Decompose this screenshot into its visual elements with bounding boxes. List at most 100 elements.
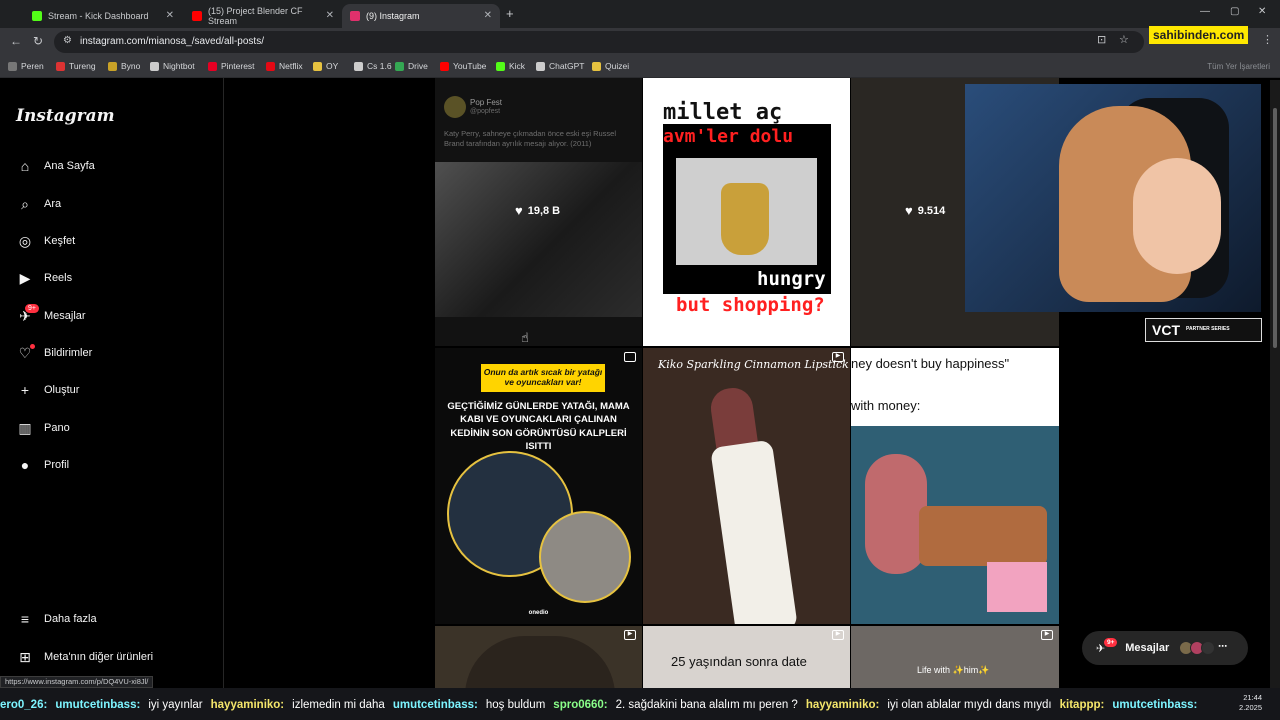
post-image <box>435 162 642 317</box>
instagram-logo[interactable]: Instagram <box>16 106 115 126</box>
scroll-thumb[interactable] <box>1273 108 1277 348</box>
kick-icon <box>32 11 42 21</box>
post-tile-tweet[interactable]: Pop Fest @popfest Katy Perry, sahneye çı… <box>435 78 642 346</box>
sidebar-item-olu-tur[interactable]: + Oluştur <box>16 378 80 402</box>
bookmark-drive[interactable]: Drive <box>395 61 428 71</box>
bookmark-favicon-icon <box>440 61 449 71</box>
menu-icon[interactable]: ⋮ <box>1262 33 1273 46</box>
meta-products-button[interactable]: ⊞ Meta'nın diğer ürünleri <box>16 645 153 669</box>
bookmarks-bar: Peren Tureng Byno Nightbot Pinterest Netflix O… <box>0 56 1280 78</box>
messages-badge: 9+ <box>25 304 39 313</box>
back-icon[interactable]: ← <box>10 34 22 48</box>
tab-instagram[interactable]: (9) Instagram ✕ <box>342 4 500 28</box>
bookmark-chatgpt[interactable]: ChatGPT <box>536 61 584 71</box>
sidebar-item-profil[interactable]: ● Profil <box>16 453 69 477</box>
kiko-title: Kiko Sparkling Cinnamon Lipstick <box>658 358 849 371</box>
post-tile-date[interactable]: ▶ 25 yaşından sonra date <box>643 626 850 688</box>
more-menu-button[interactable]: ≡ Daha fazla <box>16 607 97 631</box>
bookmark-star-icon[interactable]: ☆ <box>1119 33 1129 46</box>
maximize-icon[interactable]: ▢ <box>1230 6 1239 17</box>
vct-label: VCT <box>1152 322 1180 338</box>
post-tile-cat[interactable]: Onun da artık sıcak bir yatağı ve oyunca… <box>435 348 642 624</box>
bookmark-nightbot[interactable]: Nightbot <box>150 61 195 71</box>
bookmark-favicon-icon <box>208 61 217 71</box>
bookmark-kick[interactable]: Kick <box>496 61 525 71</box>
minimize-icon[interactable]: — <box>1200 6 1210 17</box>
grid-icon: ⊞ <box>19 648 31 665</box>
post-tile-meme[interactable]: millet aç avm'ler dolu hungry but shoppi… <box>643 78 850 346</box>
chat-username: hayyaminiko: <box>210 699 285 711</box>
tab-kick-dashboard[interactable]: Stream - Kick Dashboard ✕ <box>24 4 182 28</box>
sahibinden-overlay: sahibinden.com <box>1149 26 1249 44</box>
bookmark-pinterest[interactable]: Pinterest <box>208 61 255 71</box>
tab-label: (15) Project Blender CF Stream <box>208 6 303 26</box>
tab-label: Stream - Kick Dashboard <box>48 11 149 21</box>
new-tab-button[interactable]: + <box>506 6 514 21</box>
bookmark-peren[interactable]: Peren <box>8 61 44 71</box>
sidebar-item-ana-sayfa[interactable]: ⌂ Ana Sayfa <box>16 154 95 178</box>
bookmark-label: Cs 1.6 <box>367 61 392 71</box>
bookmark-favicon-icon <box>354 61 363 71</box>
sidebar-item-label: Bildirimler <box>44 347 93 359</box>
post-tile-money[interactable]: ney doesn't buy happiness" with money: <box>851 348 1059 624</box>
bookmark-favicon-icon <box>592 61 601 71</box>
kitten-image <box>465 636 615 688</box>
chat-username: umutcetinbass: <box>55 699 141 711</box>
bookmark-label: Kick <box>509 61 526 71</box>
golden-toilet-image <box>676 158 817 265</box>
sidebar-item-reels[interactable]: ▶ Reels <box>16 266 73 290</box>
post-tile-life[interactable]: ▶ Life with ✨him✨ <box>851 626 1059 688</box>
close-window-icon[interactable]: ✕ <box>1258 6 1266 17</box>
bookmark-quizei[interactable]: Quizei <box>592 61 629 71</box>
chat-username: spro0660: <box>553 699 608 711</box>
tab-youtube[interactable]: (15) Project Blender CF Stream ✕ <box>184 4 342 28</box>
cat-photo-small <box>539 511 631 603</box>
bookmark-favicon-icon <box>150 61 159 71</box>
sidebar-item-ke-fet[interactable]: ◎ Keşfet <box>16 229 75 253</box>
close-tab-icon[interactable]: ✕ <box>484 10 492 21</box>
messages-pill[interactable]: ✈ 9+ Mesajlar ⋯ <box>1082 631 1248 665</box>
tweet-author: Pop Fest <box>470 98 503 107</box>
bookmark-label: OY <box>326 61 339 71</box>
bookmark-favicon-icon <box>56 61 65 71</box>
money-line-2: with money: <box>851 398 921 413</box>
avatar-stack: ⋯ <box>1179 641 1227 655</box>
reels-icon: ▶ <box>19 269 31 286</box>
bookmark-tureng[interactable]: Tureng <box>56 61 96 71</box>
bookmark-oy[interactable]: OY <box>313 61 338 71</box>
sidebar-item-pano[interactable]: ▥ Pano <box>16 416 69 440</box>
mouse-cursor-icon: ☝ <box>521 330 529 345</box>
install-app-icon[interactable]: ⊡ <box>1097 33 1106 46</box>
all-bookmarks[interactable]: Tüm Yer İşaretleri <box>1207 62 1270 71</box>
heart-icon: ♥ <box>515 203 523 218</box>
close-tab-icon[interactable]: ✕ <box>166 10 174 21</box>
cartoon-image <box>851 426 1059 624</box>
life-caption: Life with ✨him✨ <box>917 665 990 675</box>
more-icon: ⋯ <box>1218 641 1227 651</box>
post-tile-lipstick[interactable]: ▶ Kiko Sparkling Cinnamon Lipstick <box>643 348 850 624</box>
sidebar-item-ara[interactable]: ⌕ Ara <box>16 192 61 216</box>
tweet-text: Katy Perry, sahneye çıkmadan önce eski e… <box>444 129 617 149</box>
bookmark-cs-1-6[interactable]: Cs 1.6 <box>354 61 392 71</box>
reload-icon[interactable]: ↻ <box>33 34 43 48</box>
tweet-handle: @popfest <box>470 108 501 115</box>
bookmark-favicon-icon <box>536 61 545 71</box>
vct-badge: VCT PARTNER SERIES <box>1145 318 1262 342</box>
url-text[interactable]: instagram.com/mianosa_/saved/all-posts/ <box>80 36 264 47</box>
post-tile-kitten[interactable]: ▶ <box>435 626 642 688</box>
site-info-icon[interactable]: ⚙ <box>63 35 72 46</box>
sidebar-item-label: Daha fazla <box>44 613 97 625</box>
sidebar-item-bildirimler[interactable]: ♡ Bildirimler <box>16 341 93 365</box>
carousel-icon <box>624 352 636 362</box>
chat-username: umutcetinbass: <box>1112 699 1198 711</box>
close-tab-icon[interactable]: ✕ <box>326 10 334 21</box>
search-icon: ⌕ <box>21 195 29 212</box>
bookmark-netflix[interactable]: Netflix <box>266 61 303 71</box>
bookmark-byno[interactable]: Byno <box>108 61 140 71</box>
bookmark-youtube[interactable]: YouTube <box>440 61 486 71</box>
meme-red-text: avm'ler dolu <box>663 126 794 147</box>
chat-username: hayyaminiko: <box>805 699 880 711</box>
messages-pill-badge: 9+ <box>1104 638 1118 647</box>
page-scrollbar[interactable] <box>1270 80 1280 688</box>
omnibox[interactable]: ⚙ instagram.com/mianosa_/saved/all-posts… <box>54 31 1144 53</box>
